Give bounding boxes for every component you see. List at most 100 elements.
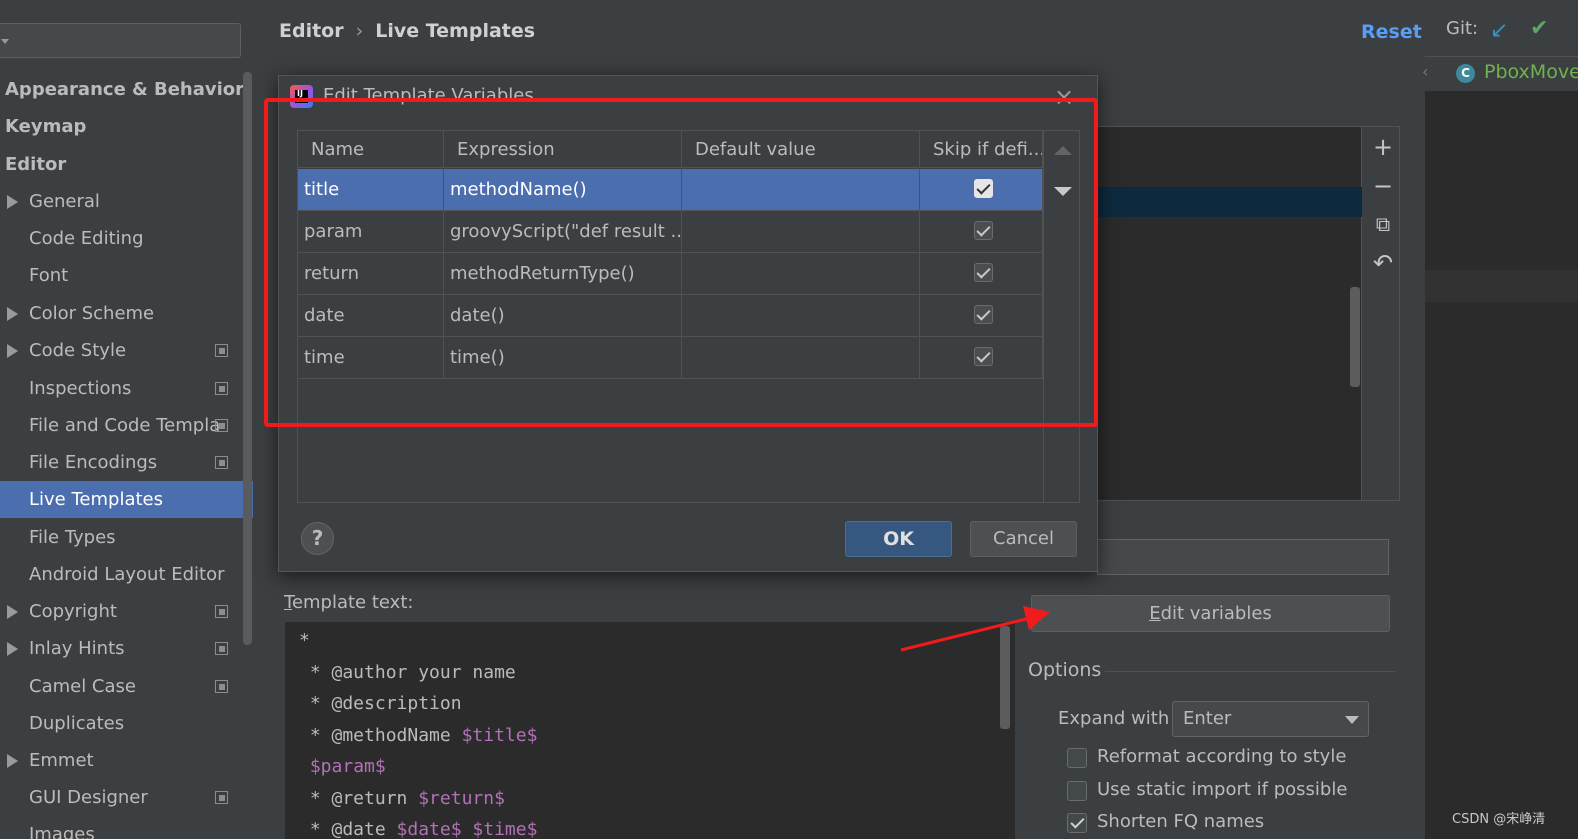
watermark: CSDN @宋峥清 xyxy=(1452,812,1546,827)
sidebar-item[interactable]: Inspections xyxy=(0,370,241,407)
code-line: * @date $date$ $time$ xyxy=(299,819,538,839)
template-text-editor[interactable]: * * @author your name * @description * @… xyxy=(285,622,1015,839)
template-variable: $time$ xyxy=(472,819,538,839)
sidebar-item[interactable]: Appearance & Behavior xyxy=(5,71,246,108)
description-field[interactable] xyxy=(1097,539,1389,575)
sidebar-item[interactable]: Editor xyxy=(5,146,246,183)
search-dropdown-icon[interactable] xyxy=(1,39,9,44)
sidebar-item[interactable]: Code Editing xyxy=(0,220,241,257)
templates-list-scrollbar[interactable] xyxy=(1350,287,1360,387)
breadcrumb-root[interactable]: Editor xyxy=(279,20,344,42)
sidebar-item[interactable]: Keymap xyxy=(5,108,246,145)
cell-expression[interactable]: methodName() xyxy=(444,169,682,210)
sidebar-item[interactable]: General xyxy=(0,183,241,220)
sidebar-item-label: Code Editing xyxy=(29,228,144,249)
cell-expression[interactable]: time() xyxy=(444,337,682,378)
sidebar-item[interactable]: GUI Designer xyxy=(0,779,241,816)
cell-expression[interactable]: methodReturnType() xyxy=(444,253,682,294)
sidebar-item[interactable]: Live Templates xyxy=(0,481,253,518)
column-header[interactable]: Skip if defi... xyxy=(920,131,1043,168)
cell-default[interactable] xyxy=(682,211,920,252)
column-header[interactable]: Expression xyxy=(444,131,682,168)
code-line: * @author your name xyxy=(299,662,516,683)
sidebar-item[interactable]: Android Layout Editor xyxy=(0,556,241,593)
sidebar-item[interactable]: Emmet xyxy=(0,742,241,779)
cell-default[interactable] xyxy=(682,253,920,294)
cell-expression[interactable]: date() xyxy=(444,295,682,336)
sidebar-item[interactable]: File Types xyxy=(0,519,241,556)
sidebar-item-label: Images xyxy=(29,824,95,839)
project-scope-icon xyxy=(215,456,228,469)
remove-template-button[interactable]: − xyxy=(1372,174,1394,198)
sidebar-item[interactable]: Font xyxy=(0,257,241,294)
sidebar-item[interactable]: File and Code Templa xyxy=(0,407,241,444)
skip-if-defined-checkbox[interactable] xyxy=(974,179,993,198)
cell-name[interactable]: param xyxy=(298,211,444,252)
cell-name[interactable]: title xyxy=(298,169,444,210)
help-button[interactable]: ? xyxy=(301,522,334,555)
cell-name[interactable]: time xyxy=(298,337,444,378)
checkbox-box[interactable] xyxy=(1067,748,1087,768)
code-line: * @methodName $title$ xyxy=(299,725,538,746)
sidebar-item[interactable]: Code Style xyxy=(0,332,241,369)
table-row[interactable]: param groovyScript("def result ... xyxy=(298,211,1043,253)
skip-if-defined-checkbox[interactable] xyxy=(974,221,993,240)
sidebar-item-label: Inlay Hints xyxy=(29,638,125,659)
checkbox-box[interactable] xyxy=(1067,813,1087,833)
ok-button[interactable]: OK xyxy=(845,521,952,557)
chevron-right-icon[interactable] xyxy=(7,344,18,358)
chevron-right-icon[interactable] xyxy=(7,754,18,768)
cancel-button[interactable]: Cancel xyxy=(970,521,1077,557)
settings-search-input[interactable] xyxy=(0,23,241,58)
reset-link[interactable]: Reset xyxy=(1361,21,1422,43)
table-row[interactable]: title methodName() xyxy=(298,169,1043,211)
column-header[interactable]: Name xyxy=(298,131,444,168)
sidebar-item[interactable]: Camel Case xyxy=(0,668,241,705)
check-icon[interactable]: ✔ xyxy=(1530,16,1548,41)
copy-template-button[interactable]: ⧉ xyxy=(1372,213,1394,235)
chevron-right-icon[interactable] xyxy=(7,195,18,209)
cell-name[interactable]: return xyxy=(298,253,444,294)
sidebar-item[interactable]: Copyright xyxy=(0,593,241,630)
sidebar-item-label: Emmet xyxy=(29,750,94,771)
table-row[interactable]: return methodReturnType() xyxy=(298,253,1043,295)
cell-name[interactable]: date xyxy=(298,295,444,336)
editor-tab-pboxmove[interactable]: PboxMove xyxy=(1484,61,1578,83)
column-header[interactable]: Default value xyxy=(682,131,920,168)
table-row[interactable]: time time() xyxy=(298,337,1043,379)
skip-if-defined-checkbox[interactable] xyxy=(974,305,993,324)
move-up-icon[interactable] xyxy=(1054,146,1072,155)
cell-default[interactable] xyxy=(682,337,920,378)
chevron-right-icon[interactable] xyxy=(7,605,18,619)
cell-default[interactable] xyxy=(682,295,920,336)
sidebar-item[interactable]: Images xyxy=(0,816,241,839)
sidebar-item[interactable]: Color Scheme xyxy=(0,295,241,332)
add-template-button[interactable]: + xyxy=(1372,135,1394,159)
tree-scrollbar[interactable] xyxy=(243,72,252,645)
sidebar-item[interactable]: Duplicates xyxy=(0,705,241,742)
chevron-right-icon[interactable] xyxy=(7,642,18,656)
table-row[interactable]: date date() xyxy=(298,295,1043,337)
cell-expression[interactable]: groovyScript("def result ... xyxy=(444,211,682,252)
close-icon[interactable]: × xyxy=(1054,83,1074,111)
move-down-icon[interactable] xyxy=(1054,187,1072,196)
checkbox-box[interactable] xyxy=(1067,781,1087,801)
templates-list[interactable] xyxy=(1095,126,1363,501)
arrow-down-left-icon[interactable]: ↙ xyxy=(1490,18,1508,43)
restore-template-button[interactable]: ↶ xyxy=(1372,251,1394,275)
cell-default[interactable] xyxy=(682,169,920,210)
chevron-left-icon[interactable]: ‹ xyxy=(1422,62,1428,81)
template-text-mnemonic: T xyxy=(284,592,292,613)
template-editor-scrollbar[interactable] xyxy=(1000,626,1010,729)
chevron-right-icon[interactable] xyxy=(7,307,18,321)
skip-if-defined-checkbox[interactable] xyxy=(974,347,993,366)
code-line: * @description xyxy=(299,693,462,714)
skip-if-defined-checkbox[interactable] xyxy=(974,263,993,282)
edit-variables-button[interactable]: Edit variables xyxy=(1031,595,1390,632)
expand-with-select[interactable]: Enter xyxy=(1172,701,1369,737)
sidebar-item[interactable]: File Encodings xyxy=(0,444,241,481)
sidebar-item[interactable]: Inlay Hints xyxy=(0,630,241,667)
code-line: * @return $return$ xyxy=(299,788,505,809)
selected-template-row[interactable] xyxy=(1096,187,1363,217)
